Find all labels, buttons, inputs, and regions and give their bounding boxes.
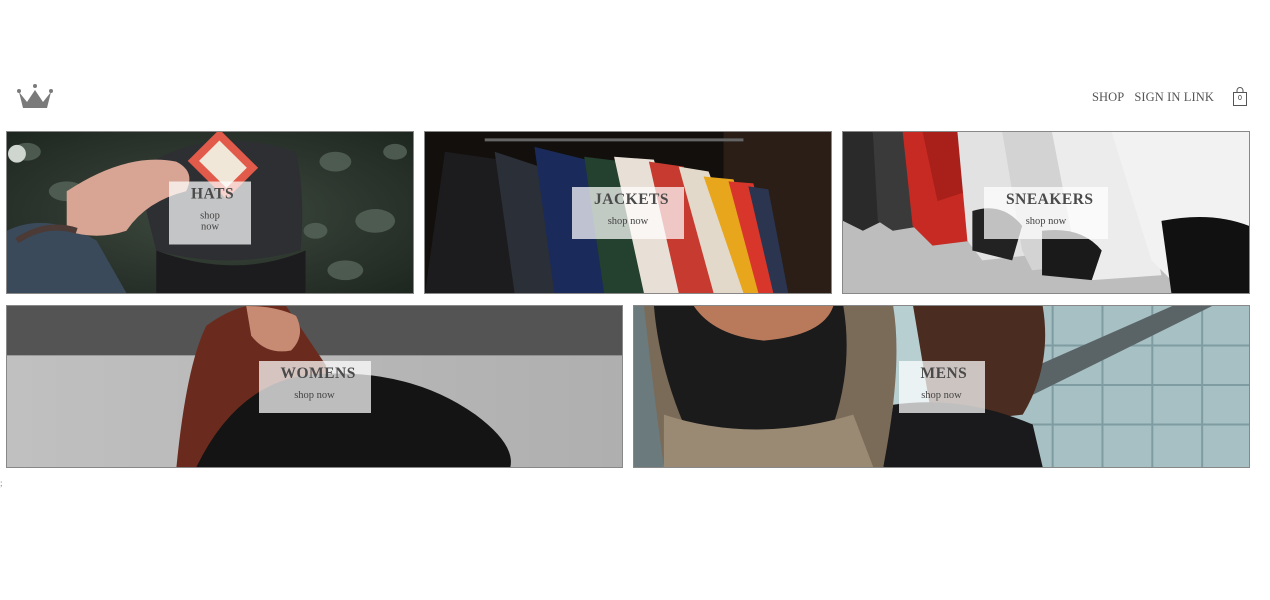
- crown-icon[interactable]: [16, 80, 54, 112]
- shop-now-link[interactable]: shop now: [281, 390, 349, 401]
- category-label-womens: WOMENS shop now: [258, 360, 371, 413]
- category-title: WOMENS: [280, 364, 356, 382]
- category-tile-jackets[interactable]: JACKETS shop now: [424, 131, 832, 294]
- category-tile-womens[interactable]: WOMENS shop now: [6, 305, 623, 468]
- category-tile-mens[interactable]: MENS shop now: [633, 305, 1250, 468]
- category-title: JACKETS: [594, 190, 669, 208]
- main-nav: SHOP SIGN IN LINK 0: [1092, 82, 1270, 112]
- shop-now-link[interactable]: shop now: [1006, 216, 1086, 227]
- category-label-sneakers: SNEAKERS shop now: [984, 186, 1108, 239]
- category-title: HATS: [191, 185, 235, 202]
- category-tile-sneakers[interactable]: SNEAKERS shop now: [842, 131, 1250, 294]
- header: SHOP SIGN IN LINK 0: [0, 70, 1270, 120]
- category-tile-hats[interactable]: HATS shop now: [6, 131, 414, 294]
- shop-now-link[interactable]: shop now: [921, 390, 963, 401]
- category-label-mens: MENS shop now: [898, 360, 985, 413]
- shop-now-link[interactable]: shop now: [191, 210, 229, 232]
- footer-text: ;: [0, 478, 3, 488]
- shopping-bag-icon[interactable]: 0: [1232, 87, 1248, 107]
- cart-count: 0: [1238, 95, 1242, 102]
- category-label-jackets: JACKETS shop now: [572, 186, 684, 239]
- nav-shop-link[interactable]: SHOP: [1092, 90, 1124, 105]
- category-title: SNEAKERS: [1006, 190, 1094, 208]
- category-label-hats: HATS shop now: [169, 181, 251, 244]
- nav-sign-in-link[interactable]: SIGN IN LINK: [1134, 90, 1214, 105]
- category-title: MENS: [920, 364, 968, 382]
- shop-now-link[interactable]: shop now: [594, 216, 662, 227]
